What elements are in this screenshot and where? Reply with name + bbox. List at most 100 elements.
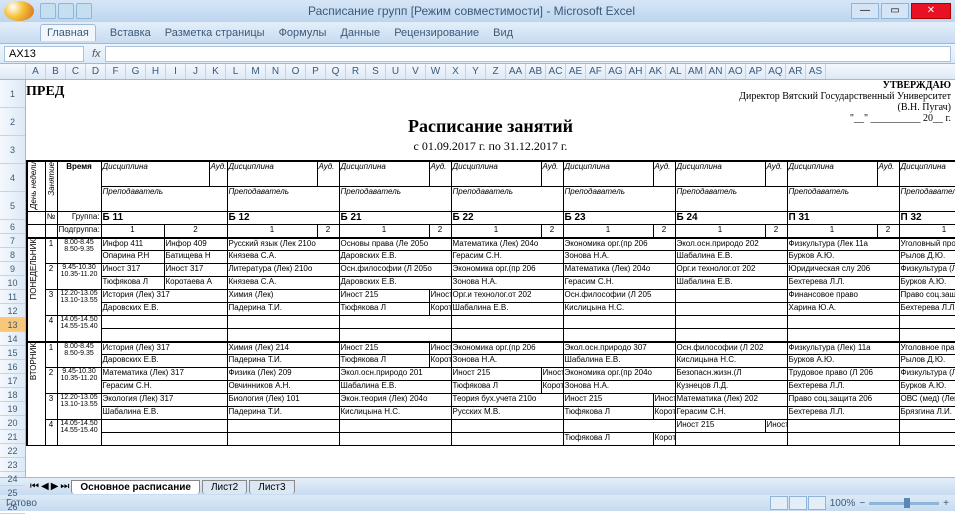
office-button[interactable] <box>4 1 34 21</box>
col-K[interactable]: K <box>206 64 226 79</box>
zoom-in-icon[interactable]: + <box>943 498 949 509</box>
tab-nav-next-icon[interactable]: ▶ <box>51 481 59 492</box>
col-AQ[interactable]: AQ <box>766 64 786 79</box>
col-A[interactable]: A <box>26 64 46 79</box>
col-AN[interactable]: AN <box>706 64 726 79</box>
sheet-tab-2[interactable]: Лист2 <box>202 480 247 494</box>
tab-view[interactable]: Вид <box>493 27 513 39</box>
tab-home[interactable]: Главная <box>40 24 96 41</box>
col-AB[interactable]: AB <box>526 64 546 79</box>
col-AP[interactable]: AP <box>746 64 766 79</box>
col-Z[interactable]: Z <box>486 64 506 79</box>
tab-nav-prev-icon[interactable]: ◀ <box>41 481 49 492</box>
name-box[interactable] <box>4 46 84 62</box>
view-break-icon[interactable] <box>808 496 826 510</box>
row-1[interactable]: 1 <box>0 80 25 108</box>
cell-sub: Литература (Лек) 210о <box>227 264 339 277</box>
row-2[interactable]: 2 <box>0 108 25 136</box>
row-20[interactable]: 20 <box>0 416 25 430</box>
tab-data[interactable]: Данные <box>340 27 380 39</box>
col-J[interactable]: J <box>186 64 206 79</box>
maximize-button[interactable]: ▭ <box>881 3 909 19</box>
row-4[interactable]: 4 <box>0 164 25 192</box>
row-13[interactable]: 13 <box>0 318 25 332</box>
col-AR[interactable]: AR <box>786 64 806 79</box>
tab-nav-last-icon[interactable]: ⏭ <box>60 481 69 492</box>
redo-icon[interactable] <box>76 3 92 19</box>
tab-nav-first-icon[interactable]: ⏮ <box>30 481 39 492</box>
row-12[interactable]: 12 <box>0 304 25 318</box>
col-AM[interactable]: AM <box>686 64 706 79</box>
tab-layout[interactable]: Разметка страницы <box>165 27 265 39</box>
formula-input[interactable] <box>105 46 951 62</box>
row-10[interactable]: 10 <box>0 276 25 290</box>
row-5[interactable]: 5 <box>0 192 25 220</box>
row-3[interactable]: 3 <box>0 136 25 164</box>
col-Q[interactable]: Q <box>326 64 346 79</box>
row-22[interactable]: 22 <box>0 444 25 458</box>
col-B[interactable]: B <box>46 64 66 79</box>
fx-icon[interactable]: fx <box>88 48 105 60</box>
col-F[interactable]: F <box>106 64 126 79</box>
row-7[interactable]: 7 <box>0 234 25 248</box>
row-19[interactable]: 19 <box>0 402 25 416</box>
cell-teacher: Тюфякова Л <box>451 381 541 394</box>
close-button[interactable]: ✕ <box>911 3 951 19</box>
col-AG[interactable]: AG <box>606 64 626 79</box>
row-11[interactable]: 11 <box>0 290 25 304</box>
undo-icon[interactable] <box>58 3 74 19</box>
col-R[interactable]: R <box>346 64 366 79</box>
view-normal-icon[interactable] <box>770 496 788 510</box>
save-icon[interactable] <box>40 3 56 19</box>
view-layout-icon[interactable] <box>789 496 807 510</box>
col-AF[interactable]: AF <box>586 64 606 79</box>
col-P[interactable]: P <box>306 64 326 79</box>
col-D[interactable]: D <box>86 64 106 79</box>
zoom-slider[interactable] <box>869 502 939 505</box>
col-AC[interactable]: AC <box>546 64 566 79</box>
row-15[interactable]: 15 <box>0 346 25 360</box>
row-9[interactable]: 9 <box>0 262 25 276</box>
col-G[interactable]: G <box>126 64 146 79</box>
col-AK[interactable]: AK <box>646 64 666 79</box>
col-AE[interactable]: AE <box>566 64 586 79</box>
col-C[interactable]: C <box>66 64 86 79</box>
row-6[interactable]: 6 <box>0 220 25 234</box>
row-17[interactable]: 17 <box>0 374 25 388</box>
col-S[interactable]: S <box>366 64 386 79</box>
row-21[interactable]: 21 <box>0 430 25 444</box>
minimize-button[interactable]: — <box>851 3 879 19</box>
col-AA[interactable]: AA <box>506 64 526 79</box>
row-23[interactable]: 23 <box>0 458 25 472</box>
row-14[interactable]: 14 <box>0 332 25 346</box>
col-AS[interactable]: AS <box>806 64 826 79</box>
col-Y[interactable]: Y <box>466 64 486 79</box>
col-AL[interactable]: AL <box>666 64 686 79</box>
cell-teacher: Тюфякова Л <box>563 407 653 420</box>
row-8[interactable]: 8 <box>0 248 25 262</box>
col-I[interactable]: I <box>166 64 186 79</box>
col-X[interactable]: X <box>446 64 466 79</box>
approve-date: "__" __________ 20__ г. <box>739 113 951 124</box>
sheet-tab-3[interactable]: Лист3 <box>249 480 294 494</box>
row-24[interactable]: 24 <box>0 472 25 486</box>
zoom-out-icon[interactable]: − <box>859 498 865 509</box>
row-16[interactable]: 16 <box>0 360 25 374</box>
col-M[interactable]: M <box>246 64 266 79</box>
col-N[interactable]: N <box>266 64 286 79</box>
col-AO[interactable]: AO <box>726 64 746 79</box>
row-18[interactable]: 18 <box>0 388 25 402</box>
col-O[interactable]: O <box>286 64 306 79</box>
tab-insert[interactable]: Вставка <box>110 27 151 39</box>
col-H[interactable]: H <box>146 64 166 79</box>
col-AH[interactable]: AH <box>626 64 646 79</box>
worksheet-cells[interactable]: ПРЕД УТВЕРЖДАЮ Директор Вятский Государс… <box>26 80 955 477</box>
col-V[interactable]: V <box>406 64 426 79</box>
col-L[interactable]: L <box>226 64 246 79</box>
col-U[interactable]: U <box>386 64 406 79</box>
select-all-corner[interactable] <box>0 64 26 79</box>
tab-formulas[interactable]: Формулы <box>279 27 327 39</box>
tab-review[interactable]: Рецензирование <box>394 27 479 39</box>
sheet-tab-active[interactable]: Основное расписание <box>71 480 200 494</box>
col-W[interactable]: W <box>426 64 446 79</box>
